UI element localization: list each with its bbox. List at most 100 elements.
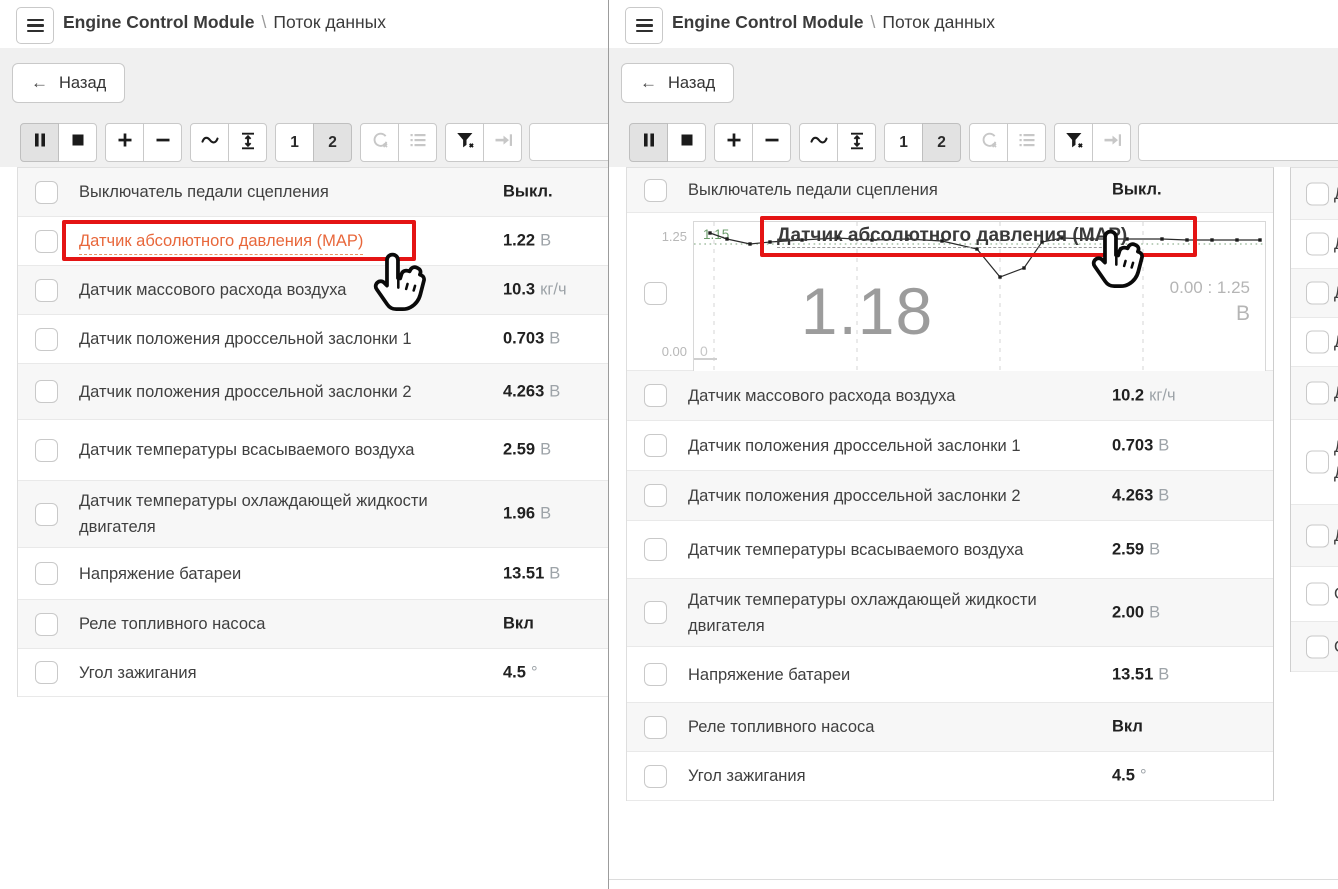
table-row[interactable]: О [1291,567,1338,622]
row-checkbox[interactable] [644,716,667,739]
row-checkbox[interactable] [644,765,667,788]
back-button[interactable]: ← Назад [621,63,734,103]
row-checkbox[interactable] [1306,233,1329,256]
table-row[interactable]: Датчик положения дроссельной заслонки 24… [18,364,608,420]
table-row[interactable]: Д Д [1291,420,1338,505]
row-checkbox[interactable] [35,380,58,403]
zoom-out-button[interactable] [752,123,791,162]
table-row[interactable]: Датчик массового расхода воздуха10.2кг/ч [627,371,1273,421]
table-row[interactable]: Угол зажигания4.5° [18,649,608,697]
sensor-label[interactable]: Д Д [1334,434,1338,486]
table-row[interactable]: Д [1291,269,1338,318]
row-checkbox[interactable] [35,279,58,302]
back-button[interactable]: ← Назад [12,63,125,103]
two-columns-button[interactable]: 2 [922,123,961,162]
table-row[interactable]: Напряжение батареи13.51В [18,548,608,600]
toolbar-input[interactable] [1138,123,1338,161]
sensor-label[interactable]: Д [1334,231,1338,257]
table-row[interactable]: Д [1291,168,1338,220]
table-row[interactable]: Д [1291,220,1338,269]
row-checkbox[interactable] [644,484,667,507]
table-row[interactable]: Д [1291,367,1338,420]
row-checkbox[interactable] [35,562,58,585]
pause-button[interactable] [629,123,668,162]
zoom-in-button[interactable] [105,123,144,162]
row-checkbox[interactable] [644,434,667,457]
sensor-label[interactable]: Д [1334,523,1338,549]
select-list-button[interactable] [1007,123,1046,162]
hamburger-menu-button[interactable] [16,7,54,44]
table-row[interactable]: Датчик температуры охлаждающей жидкости … [627,579,1273,647]
sensor-label[interactable]: О [1334,581,1338,607]
sensor-label[interactable]: Датчик положения дроссельной заслонки 1 [79,326,412,352]
row-checkbox[interactable] [644,282,667,305]
row-checkbox[interactable] [644,663,667,686]
row-checkbox[interactable] [644,384,667,407]
sensor-label[interactable]: Датчик температуры всасываемого воздуха [688,537,1023,563]
zoom-out-button[interactable] [143,123,182,162]
pause-button[interactable] [20,123,59,162]
stop-button[interactable] [667,123,706,162]
sensor-label[interactable]: Напряжение батареи [79,561,241,587]
row-checkbox[interactable] [35,503,58,526]
sensor-label[interactable]: Реле топливного насоса [79,611,265,637]
sensor-label[interactable]: Датчик массового расхода воздуха [79,277,346,303]
sensor-label[interactable]: Д [1334,181,1338,207]
sensor-label[interactable]: Датчик температуры всасываемого воздуха [79,437,414,463]
table-row[interactable]: Датчик температуры охлаждающей жидкости … [18,481,608,548]
sensor-label[interactable]: Датчик положения дроссельной заслонки 2 [688,483,1021,509]
sensor-label[interactable]: О [1334,634,1338,660]
zoom-in-button[interactable] [714,123,753,162]
sensor-label[interactable]: Датчик массового расхода воздуха [688,383,955,409]
stop-button[interactable] [58,123,97,162]
go-to-end-button[interactable] [1092,123,1131,162]
go-to-end-button[interactable] [483,123,522,162]
table-row[interactable]: Д [1291,505,1338,567]
hamburger-menu-button[interactable] [625,7,663,44]
row-checkbox[interactable] [35,230,58,253]
row-checkbox[interactable] [644,179,667,202]
filter-off-button[interactable] [445,123,484,162]
clear-selection-button[interactable] [969,123,1008,162]
table-row[interactable]: Датчик массового расхода воздуха10.3кг/ч [18,266,608,315]
table-row[interactable]: Угол зажигания4.5° [627,752,1273,801]
one-column-button[interactable]: 1 [884,123,923,162]
row-checkbox[interactable] [1306,282,1329,305]
row-checkbox[interactable] [35,328,58,351]
sensor-label[interactable]: Напряжение батареи [688,662,850,688]
row-checkbox[interactable] [35,661,58,684]
row-checkbox[interactable] [644,538,667,561]
filter-off-button[interactable] [1054,123,1093,162]
table-row[interactable]: О [1291,622,1338,672]
table-row[interactable]: Выключатель педали сцепленияВыкл. [18,168,608,217]
row-checkbox[interactable] [1306,182,1329,205]
table-row[interactable]: Датчик температуры всасываемого воздуха2… [627,521,1273,579]
select-list-button[interactable] [398,123,437,162]
table-row[interactable]: Датчик положения дроссельной заслонки 24… [627,471,1273,521]
row-checkbox[interactable] [35,439,58,462]
table-row[interactable]: Напряжение батареи13.51В [627,647,1273,703]
sensor-label[interactable]: Д [1334,329,1338,355]
row-checkbox[interactable] [1306,524,1329,547]
table-row[interactable]: Выключатель педали сцепленияВыкл. [627,168,1273,213]
sensor-label[interactable]: Д [1334,280,1338,306]
fit-height-button[interactable] [837,123,876,162]
smooth-graph-button[interactable] [190,123,229,162]
sensor-label[interactable]: Реле топливного насоса [688,714,874,740]
row-checkbox[interactable] [1306,583,1329,606]
row-checkbox[interactable] [35,613,58,636]
row-checkbox[interactable] [644,601,667,624]
toolbar-input[interactable] [529,123,608,161]
smooth-graph-button[interactable] [799,123,838,162]
chart-title[interactable]: Датчик абсолютного давления (MAP) [777,225,1127,248]
clear-selection-button[interactable] [360,123,399,162]
table-row[interactable]: Реле топливного насосаВкл [18,600,608,649]
table-row[interactable]: Датчик положения дроссельной заслонки 10… [18,315,608,364]
row-checkbox[interactable] [1306,382,1329,405]
sensor-label[interactable]: Угол зажигания [79,660,197,686]
sensor-label[interactable]: Выключатель педали сцепления [688,177,938,203]
two-columns-button[interactable]: 2 [313,123,352,162]
row-checkbox[interactable] [35,181,58,204]
table-row[interactable]: Реле топливного насосаВкл [627,703,1273,752]
one-column-button[interactable]: 1 [275,123,314,162]
